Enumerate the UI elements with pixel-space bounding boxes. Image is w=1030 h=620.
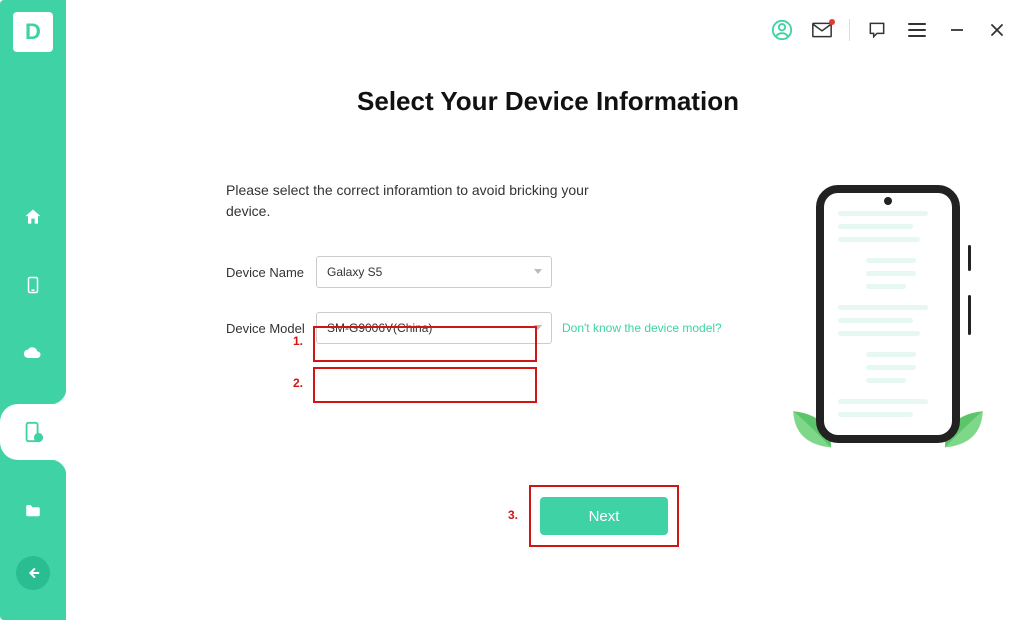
- titlebar: [66, 0, 1030, 52]
- svg-text:!: !: [37, 433, 39, 442]
- help-link[interactable]: Don't know the device model?: [562, 321, 722, 335]
- mail-icon: [812, 22, 832, 38]
- phone-icon: [24, 274, 42, 296]
- cloud-icon: [23, 343, 43, 363]
- phone-side-btn-1: [968, 245, 971, 271]
- sidebar-item-repair[interactable]: !: [0, 404, 66, 460]
- back-button[interactable]: [16, 556, 50, 590]
- minimize-icon: [950, 23, 964, 37]
- app-window: D ! Select Your Device Information Pleas…: [0, 0, 1030, 620]
- phone-screen: [824, 193, 952, 443]
- home-icon: [23, 207, 43, 227]
- phone-illustration: [816, 185, 960, 445]
- annotation-box-2: [313, 367, 537, 403]
- phone-notch: [884, 197, 892, 205]
- account-button[interactable]: [765, 15, 799, 45]
- speech-icon: [867, 20, 887, 40]
- close-button[interactable]: [980, 15, 1014, 45]
- mail-button[interactable]: [805, 15, 839, 45]
- next-button[interactable]: Next: [540, 497, 668, 535]
- label-device-name: Device Name: [226, 265, 316, 280]
- back-arrow-icon: [25, 565, 41, 581]
- select-device-model-value: SM-G9006V(China): [327, 321, 432, 335]
- logo-letter: D: [25, 19, 41, 45]
- select-device-model[interactable]: SM-G9006V(China): [316, 312, 552, 344]
- titlebar-separator: [849, 19, 850, 41]
- sidebar-item-cloud[interactable]: [16, 336, 50, 370]
- annotation-num-3: 3.: [508, 508, 518, 522]
- menu-icon: [908, 23, 926, 37]
- mail-badge: [829, 19, 835, 25]
- page-title: Select Your Device Information: [66, 86, 1030, 117]
- phone-alert-icon: !: [22, 420, 44, 444]
- hint-text: Please select the correct inforamtion to…: [226, 180, 606, 222]
- menu-button[interactable]: [900, 15, 934, 45]
- close-icon: [990, 23, 1004, 37]
- sidebar-item-folder[interactable]: [16, 494, 50, 528]
- minimize-button[interactable]: [940, 15, 974, 45]
- sidebar: D !: [0, 0, 66, 620]
- select-device-name-value: Galaxy S5: [327, 265, 382, 279]
- sidebar-item-home[interactable]: [16, 200, 50, 234]
- main-panel: Select Your Device Information Please se…: [66, 0, 1030, 620]
- sidebar-item-phone[interactable]: [16, 268, 50, 302]
- user-circle-icon: [771, 19, 793, 41]
- feedback-button[interactable]: [860, 15, 894, 45]
- sidebar-nav: !: [0, 200, 66, 562]
- phone-side-btn-2: [968, 295, 971, 335]
- folder-icon: [23, 502, 43, 520]
- annotation-num-2: 2.: [293, 376, 303, 390]
- select-device-name[interactable]: Galaxy S5: [316, 256, 552, 288]
- annotation-num-1: 1.: [293, 334, 303, 348]
- phone-body: [816, 185, 960, 443]
- app-logo: D: [13, 12, 53, 52]
